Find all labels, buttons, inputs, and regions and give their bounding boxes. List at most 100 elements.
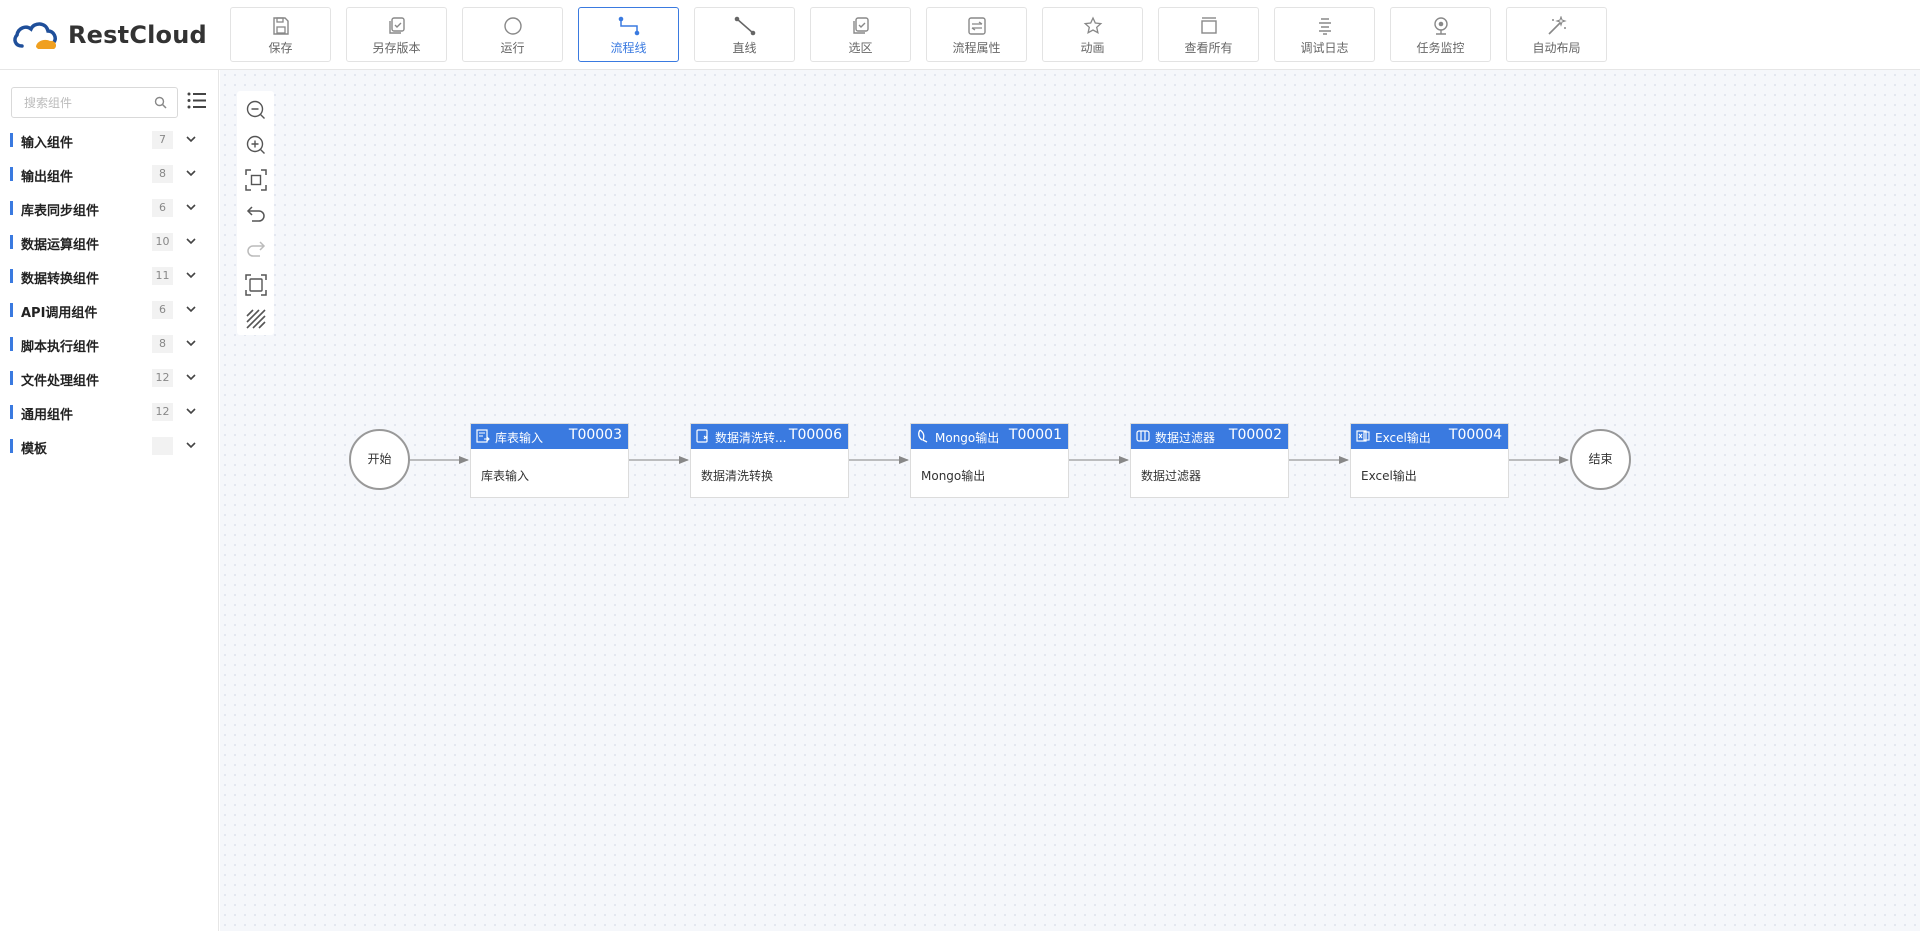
chevron-down-icon[interactable] <box>186 373 196 381</box>
category-marker <box>10 201 13 215</box>
task-title: Mongo输出 <box>935 431 1000 445</box>
category-marker <box>10 303 13 317</box>
animation-label: 动画 <box>1080 41 1105 55</box>
run-icon <box>503 17 522 35</box>
category-label: API调用组件 <box>21 306 98 321</box>
task-title: 库表输入 <box>495 431 544 445</box>
task-header: Excel输出 T00004 <box>1351 424 1508 449</box>
task-monitor-label: 任务监控 <box>1416 41 1465 55</box>
category-template[interactable]: 模板 <box>0 429 219 463</box>
view-all-label: 查看所有 <box>1184 41 1233 55</box>
chevron-down-icon[interactable] <box>186 407 196 415</box>
task-code: T00003 <box>568 427 622 443</box>
category-label: 输出组件 <box>21 170 74 185</box>
start-node[interactable]: 开始 <box>349 429 410 490</box>
app-logo: RestCloud <box>12 17 207 53</box>
run-button[interactable]: 运行 <box>462 7 563 62</box>
chevron-down-icon[interactable] <box>186 237 196 245</box>
flow-properties-button[interactable]: 流程属性 <box>926 7 1027 62</box>
category-label: 库表同步组件 <box>21 204 100 219</box>
category-count: 6 <box>152 301 173 319</box>
animation-icon <box>1083 16 1102 34</box>
list-view-icon[interactable] <box>187 92 207 109</box>
task-body-label: 数据过滤器 <box>1141 469 1202 483</box>
debug-log-icon <box>1318 18 1331 35</box>
run-label: 运行 <box>500 41 525 55</box>
category-data-transform[interactable]: 数据转换组件 11 <box>0 259 219 293</box>
category-output[interactable]: 输出组件 8 <box>0 157 219 191</box>
category-script-exec[interactable]: 脚本执行组件 8 <box>0 327 219 361</box>
category-marker <box>10 371 13 385</box>
category-data-compute[interactable]: 数据运算组件 10 <box>0 225 219 259</box>
flow-canvas[interactable]: 开始 库表输入 T00003 库表输入 数据清洗转... T00006 数据清洗… <box>220 70 1920 931</box>
filter-icon <box>1136 430 1150 442</box>
task-code: T00002 <box>1228 427 1282 443</box>
debug-log-button[interactable]: 调试日志 <box>1274 7 1375 62</box>
task-body-label: 数据清洗转换 <box>701 469 774 483</box>
task-body-label: 库表输入 <box>481 469 530 483</box>
category-count: 6 <box>152 199 173 217</box>
chevron-down-icon[interactable] <box>186 339 196 347</box>
chevron-down-icon[interactable] <box>186 135 196 143</box>
category-marker <box>10 337 13 351</box>
save-version-button[interactable]: 另存版本 <box>346 7 447 62</box>
category-marker <box>10 235 13 249</box>
search-input[interactable] <box>22 88 152 117</box>
select-area-label: 选区 <box>848 41 873 55</box>
search-box <box>11 87 178 118</box>
task-title: 数据清洗转... <box>715 431 787 445</box>
auto-layout-label: 自动布局 <box>1532 41 1581 55</box>
flow-line-button[interactable]: 流程线 <box>578 7 679 62</box>
category-marker <box>10 439 13 453</box>
category-marker <box>10 167 13 181</box>
task-header: 库表输入 T00003 <box>471 424 628 449</box>
chevron-down-icon[interactable] <box>186 271 196 279</box>
task-monitor-icon <box>1433 17 1448 35</box>
task-node[interactable]: 库表输入 T00003 库表输入 <box>470 423 629 498</box>
category-general[interactable]: 通用组件 12 <box>0 395 219 429</box>
category-marker <box>10 405 13 419</box>
task-node[interactable]: 数据过滤器 T00002 数据过滤器 <box>1130 423 1289 498</box>
cloud-logo-icon <box>13 22 57 49</box>
category-file-process[interactable]: 文件处理组件 12 <box>0 361 219 395</box>
select-area-button[interactable]: 选区 <box>810 7 911 62</box>
category-label: 脚本执行组件 <box>21 340 100 355</box>
task-node[interactable]: Excel输出 T00004 Excel输出 <box>1350 423 1509 498</box>
chevron-down-icon[interactable] <box>186 203 196 211</box>
flow-edges <box>352 456 1569 464</box>
task-code: T00006 <box>788 427 842 443</box>
category-api-call[interactable]: API调用组件 6 <box>0 293 219 327</box>
straight-line-button[interactable]: 直线 <box>694 7 795 62</box>
task-monitor-button[interactable]: 任务监控 <box>1390 7 1491 62</box>
search-icon[interactable] <box>154 96 167 109</box>
straight-line-label: 直线 <box>732 41 757 55</box>
category-table-sync[interactable]: 库表同步组件 6 <box>0 191 219 225</box>
task-header: 数据过滤器 T00002 <box>1131 424 1288 449</box>
save-version-label: 另存版本 <box>372 41 421 55</box>
table-input-icon <box>476 429 490 443</box>
auto-layout-icon <box>1547 16 1567 35</box>
auto-layout-button[interactable]: 自动布局 <box>1506 7 1607 62</box>
flow-properties-label: 流程属性 <box>952 41 1001 55</box>
category-count: 7 <box>152 131 173 149</box>
task-code: T00004 <box>1448 427 1502 443</box>
chevron-down-icon[interactable] <box>186 441 196 449</box>
category-label: 输入组件 <box>21 136 74 151</box>
animation-button[interactable]: 动画 <box>1042 7 1143 62</box>
category-count: 12 <box>152 369 173 387</box>
end-node[interactable]: 结束 <box>1570 429 1631 490</box>
category-count: 12 <box>152 403 173 421</box>
chevron-down-icon[interactable] <box>186 305 196 313</box>
task-node[interactable]: 数据清洗转... T00006 数据清洗转换 <box>690 423 849 498</box>
excel-icon <box>1356 430 1370 442</box>
task-body-label: Mongo输出 <box>921 469 986 483</box>
save-button[interactable]: 保存 <box>230 7 331 62</box>
chevron-down-icon[interactable] <box>186 169 196 177</box>
category-label: 文件处理组件 <box>21 374 100 389</box>
save-label: 保存 <box>268 41 293 55</box>
view-all-button[interactable]: 查看所有 <box>1158 7 1259 62</box>
task-title: Excel输出 <box>1375 431 1431 445</box>
task-body-label: Excel输出 <box>1361 469 1417 483</box>
task-node[interactable]: Mongo输出 T00001 Mongo输出 <box>910 423 1069 498</box>
category-input[interactable]: 输入组件 7 <box>0 123 219 157</box>
